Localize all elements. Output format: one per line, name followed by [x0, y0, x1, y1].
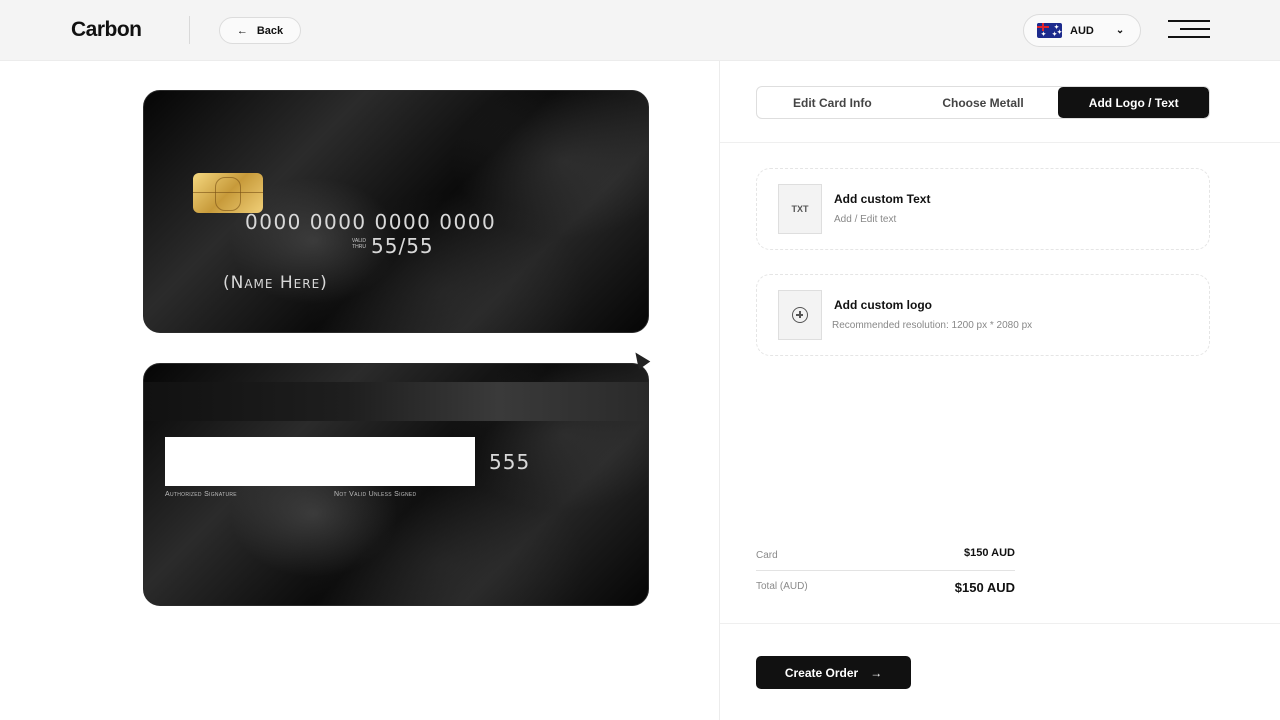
- card-expiry: 55/55: [371, 234, 434, 258]
- panel-divider: [719, 61, 720, 720]
- not-valid-label: Not Valid Unless Signed: [334, 491, 417, 498]
- add-custom-logo-option[interactable]: Add custom logo Recommended resolution: …: [756, 274, 1210, 356]
- tab-add-logo-text[interactable]: Add Logo / Text: [1058, 87, 1209, 118]
- customization-tabs: Edit Card Info Choose Metall Add Logo / …: [756, 86, 1210, 119]
- top-bar: Carbon ← Back ✦ ✦ ✦ ✦ AUD ⌄: [0, 0, 1280, 61]
- create-order-button[interactable]: Create Order →: [756, 656, 911, 689]
- create-order-label: Create Order: [784, 665, 859, 680]
- signature-box: [165, 437, 475, 486]
- plus-circle-icon: [792, 307, 808, 323]
- card-front-preview: 0000 0000 0000 0000 VALID THRU 55/55 (Na…: [143, 90, 649, 333]
- add-custom-logo-title: Add custom logo: [834, 298, 932, 312]
- valid-thru-label: VALID THRU: [351, 238, 366, 250]
- currency-label: AUD: [1070, 24, 1094, 37]
- add-custom-text-subtitle: Add / Edit text: [834, 214, 897, 225]
- card-holder-name: (Name Here): [223, 273, 328, 293]
- total-price-value: $150 AUD: [954, 580, 1015, 595]
- carbon-logo[interactable]: Carbon: [71, 18, 142, 42]
- card-cvv: 555: [489, 450, 531, 474]
- tab-edit-card-info[interactable]: Edit Card Info: [757, 87, 908, 118]
- back-button-label: Back: [256, 24, 284, 37]
- section-divider: [720, 142, 1280, 143]
- add-logo-button[interactable]: [778, 290, 822, 340]
- arrow-right-icon: →: [870, 665, 883, 680]
- card-back-preview: 555 Authorized Signature Not Valid Unles…: [143, 363, 649, 606]
- header-divider: [189, 16, 190, 44]
- back-button[interactable]: ← Back: [219, 17, 301, 44]
- card-price-value: $150 AUD: [964, 547, 1015, 559]
- tab-choose-metall[interactable]: Choose Metall: [908, 87, 1059, 118]
- australia-flag-icon: ✦ ✦ ✦ ✦: [1037, 23, 1062, 38]
- hamburger-menu-icon[interactable]: [1168, 20, 1210, 40]
- card-price-label: Card: [756, 550, 778, 561]
- footer-divider: [720, 623, 1280, 624]
- txt-icon[interactable]: TXT: [778, 184, 822, 234]
- add-custom-text-option[interactable]: TXT Add custom Text Add / Edit text: [756, 168, 1210, 250]
- authorized-signature-label: Authorized Signature: [165, 491, 237, 498]
- total-price-label: Total (AUD): [756, 581, 808, 592]
- card-chip-icon: [193, 173, 263, 213]
- card-price-row: Card $150 AUD: [756, 547, 1015, 571]
- add-custom-logo-subtitle: Recommended resolution: 1200 px * 2080 p…: [832, 320, 1033, 331]
- card-number: 0000 0000 0000 0000: [245, 210, 497, 234]
- magnetic-stripe: [144, 382, 648, 421]
- currency-selector[interactable]: ✦ ✦ ✦ ✦ AUD ⌄: [1023, 14, 1141, 47]
- arrow-left-icon: ←: [236, 24, 248, 37]
- chevron-down-icon: ⌄: [1115, 25, 1125, 36]
- add-custom-text-title: Add custom Text: [834, 192, 931, 206]
